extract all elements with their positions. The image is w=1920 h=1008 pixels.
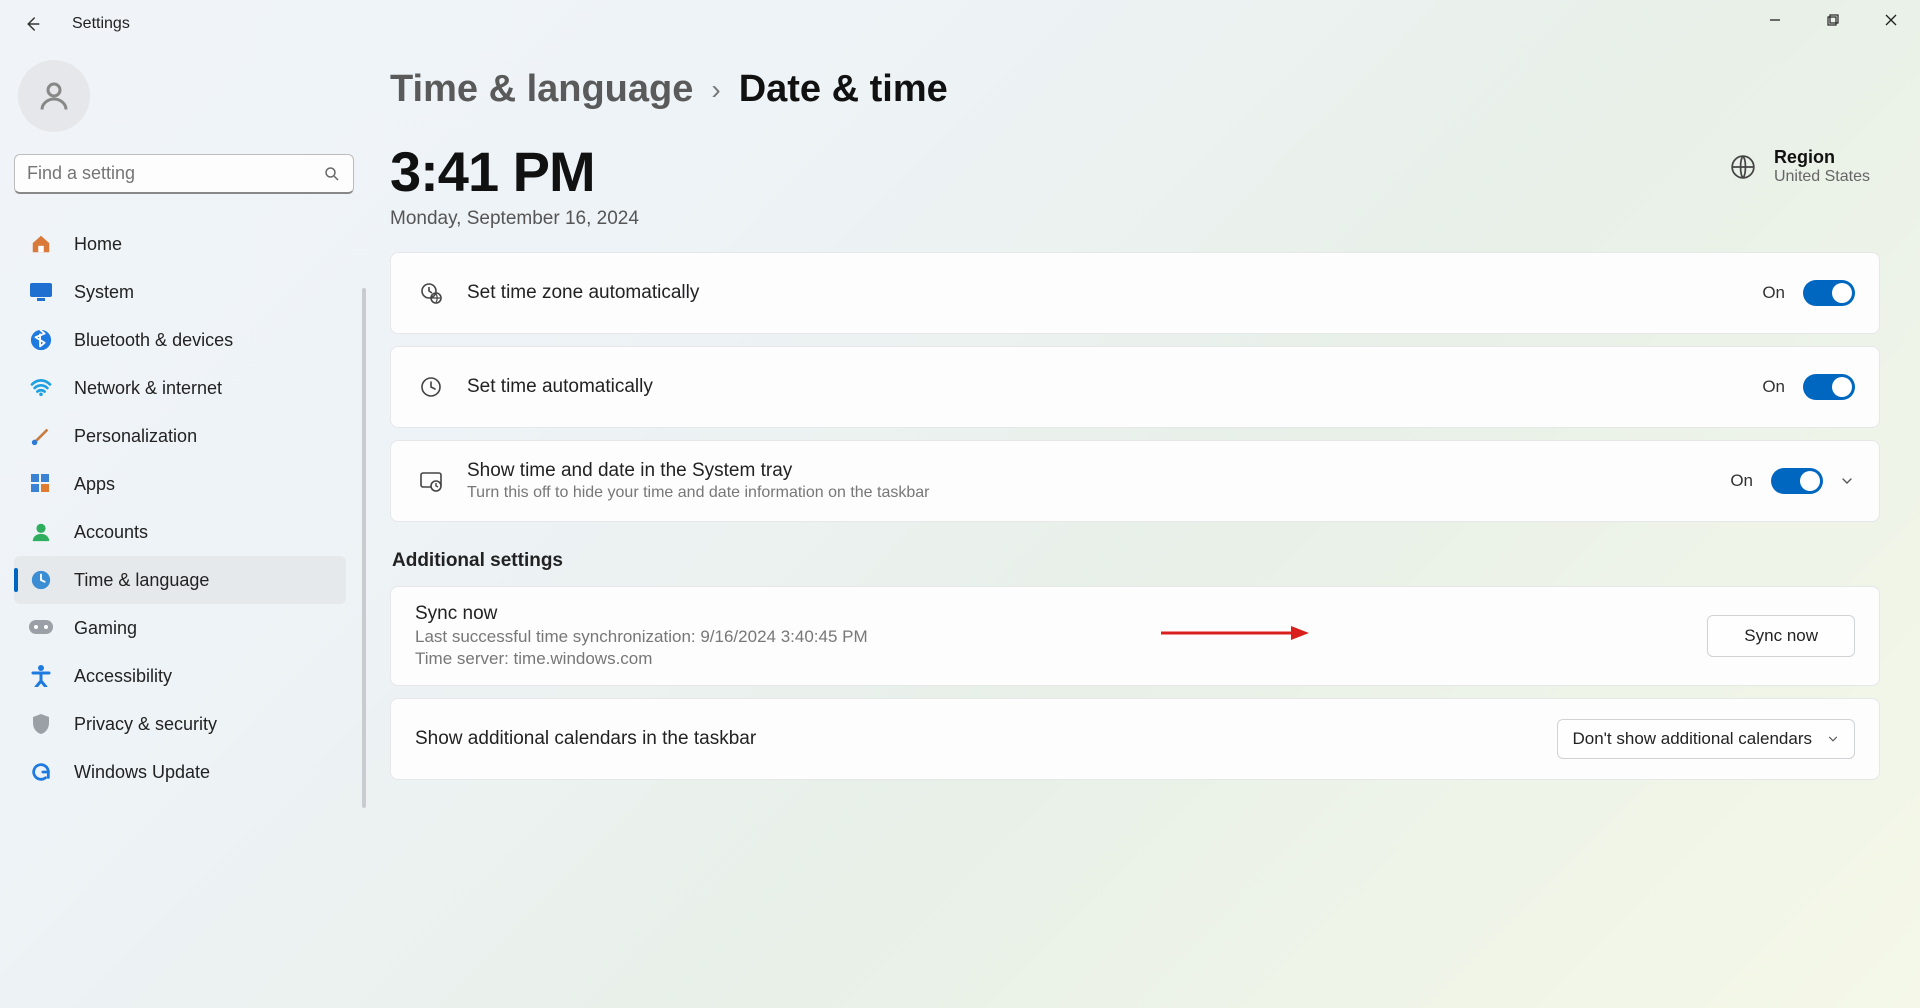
section-heading: Additional settings bbox=[392, 550, 1880, 572]
apps-icon bbox=[28, 471, 54, 497]
sidebar-item-accessibility[interactable]: Accessibility bbox=[14, 652, 346, 700]
timezone-auto-toggle[interactable] bbox=[1803, 280, 1855, 306]
chevron-right-icon: › bbox=[711, 74, 720, 106]
accounts-icon bbox=[28, 519, 54, 545]
setting-title: Show additional calendars in the taskbar bbox=[415, 728, 1557, 750]
setting-title: Show time and date in the System tray bbox=[467, 460, 1730, 482]
nav-label: Personalization bbox=[74, 426, 197, 447]
toggle-status: On bbox=[1762, 377, 1785, 397]
shield-icon bbox=[28, 711, 54, 737]
setting-title: Set time zone automatically bbox=[467, 282, 1762, 304]
main-content: Time & language › Date & time 3:41 PM Mo… bbox=[370, 48, 1920, 1008]
nav-label: System bbox=[74, 282, 134, 303]
sync-title: Sync now bbox=[415, 603, 1707, 625]
sidebar-item-network[interactable]: Network & internet bbox=[14, 364, 346, 412]
region-value: United States bbox=[1774, 168, 1870, 186]
minimize-button[interactable] bbox=[1746, 0, 1804, 40]
window-title: Settings bbox=[72, 15, 130, 33]
sidebar-item-accounts[interactable]: Accounts bbox=[14, 508, 346, 556]
bluetooth-icon bbox=[28, 327, 54, 353]
clock-icon bbox=[415, 375, 447, 399]
maximize-icon bbox=[1827, 14, 1839, 26]
sidebar-item-time-language[interactable]: Time & language bbox=[14, 556, 346, 604]
breadcrumb-parent[interactable]: Time & language bbox=[390, 68, 693, 111]
nav-label: Bluetooth & devices bbox=[74, 330, 233, 351]
current-date: Monday, September 16, 2024 bbox=[390, 208, 639, 230]
sidebar-item-personalization[interactable]: Personalization bbox=[14, 412, 346, 460]
close-button[interactable] bbox=[1862, 0, 1920, 40]
calendars-dropdown[interactable]: Don't show additional calendars bbox=[1557, 719, 1855, 759]
sync-last: Last successful time synchronization: 9/… bbox=[415, 627, 1707, 647]
region-label: Region bbox=[1774, 147, 1870, 168]
nav-label: Apps bbox=[74, 474, 115, 495]
wifi-icon bbox=[28, 375, 54, 401]
clock-globe-icon bbox=[28, 567, 54, 593]
maximize-button[interactable] bbox=[1804, 0, 1862, 40]
sync-now-button[interactable]: Sync now bbox=[1707, 615, 1855, 657]
current-time: 3:41 PM bbox=[390, 139, 639, 204]
breadcrumb: Time & language › Date & time bbox=[390, 68, 1880, 111]
sidebar-item-home[interactable]: Home bbox=[14, 220, 346, 268]
nav-label: Home bbox=[74, 234, 122, 255]
search-icon bbox=[323, 165, 341, 183]
sidebar-item-gaming[interactable]: Gaming bbox=[14, 604, 346, 652]
toggle-status: On bbox=[1762, 283, 1785, 303]
person-icon bbox=[36, 78, 72, 114]
chevron-down-icon bbox=[1826, 732, 1840, 746]
brush-icon bbox=[28, 423, 54, 449]
sidebar: Home System Bluetooth & devices Network … bbox=[0, 48, 370, 1008]
region-info: Region United States bbox=[1730, 147, 1870, 186]
arrow-left-icon bbox=[23, 15, 41, 33]
nav-label: Accessibility bbox=[74, 666, 172, 687]
nav-label: Windows Update bbox=[74, 762, 210, 783]
gaming-icon bbox=[28, 615, 54, 641]
sync-server: Time server: time.windows.com bbox=[415, 649, 1707, 669]
close-icon bbox=[1885, 14, 1897, 26]
time-auto-toggle[interactable] bbox=[1803, 374, 1855, 400]
setting-sync-now: Sync now Last successful time synchroniz… bbox=[390, 586, 1880, 686]
accessibility-icon bbox=[28, 663, 54, 689]
sidebar-item-system[interactable]: System bbox=[14, 268, 346, 316]
system-icon bbox=[28, 279, 54, 305]
sidebar-item-update[interactable]: Windows Update bbox=[14, 748, 346, 796]
setting-system-tray: Show time and date in the System tray Tu… bbox=[390, 440, 1880, 522]
update-icon bbox=[28, 759, 54, 785]
dropdown-value: Don't show additional calendars bbox=[1572, 729, 1812, 749]
nav-label: Privacy & security bbox=[74, 714, 217, 735]
setting-timezone-auto: Set time zone automatically On bbox=[390, 252, 1880, 334]
sidebar-item-apps[interactable]: Apps bbox=[14, 460, 346, 508]
search-input[interactable] bbox=[27, 163, 323, 184]
nav-label: Gaming bbox=[74, 618, 137, 639]
globe-icon bbox=[1730, 154, 1756, 180]
sidebar-item-privacy[interactable]: Privacy & security bbox=[14, 700, 346, 748]
back-button[interactable] bbox=[12, 4, 52, 44]
nav-label: Time & language bbox=[74, 570, 209, 591]
sidebar-item-bluetooth[interactable]: Bluetooth & devices bbox=[14, 316, 346, 364]
window-controls bbox=[1746, 0, 1920, 40]
search-box[interactable] bbox=[14, 154, 354, 194]
clock-display: 3:41 PM Monday, September 16, 2024 bbox=[390, 139, 639, 230]
page-title: Date & time bbox=[739, 68, 948, 111]
nav-label: Accounts bbox=[74, 522, 148, 543]
home-icon bbox=[28, 231, 54, 257]
minimize-icon bbox=[1769, 14, 1781, 26]
sidebar-scrollbar[interactable] bbox=[362, 288, 366, 808]
setting-additional-calendars: Show additional calendars in the taskbar… bbox=[390, 698, 1880, 780]
nav-list: Home System Bluetooth & devices Network … bbox=[14, 220, 356, 796]
taskbar-clock-icon bbox=[415, 469, 447, 493]
toggle-status: On bbox=[1730, 471, 1753, 491]
setting-time-auto: Set time automatically On bbox=[390, 346, 1880, 428]
timezone-icon bbox=[415, 281, 447, 305]
setting-subtitle: Turn this off to hide your time and date… bbox=[467, 484, 1730, 502]
setting-title: Set time automatically bbox=[467, 376, 1762, 398]
tray-toggle[interactable] bbox=[1771, 468, 1823, 494]
avatar[interactable] bbox=[18, 60, 90, 132]
expand-button[interactable] bbox=[1839, 473, 1855, 489]
titlebar: Settings bbox=[0, 0, 1920, 48]
nav-label: Network & internet bbox=[74, 378, 222, 399]
chevron-down-icon bbox=[1839, 473, 1855, 489]
